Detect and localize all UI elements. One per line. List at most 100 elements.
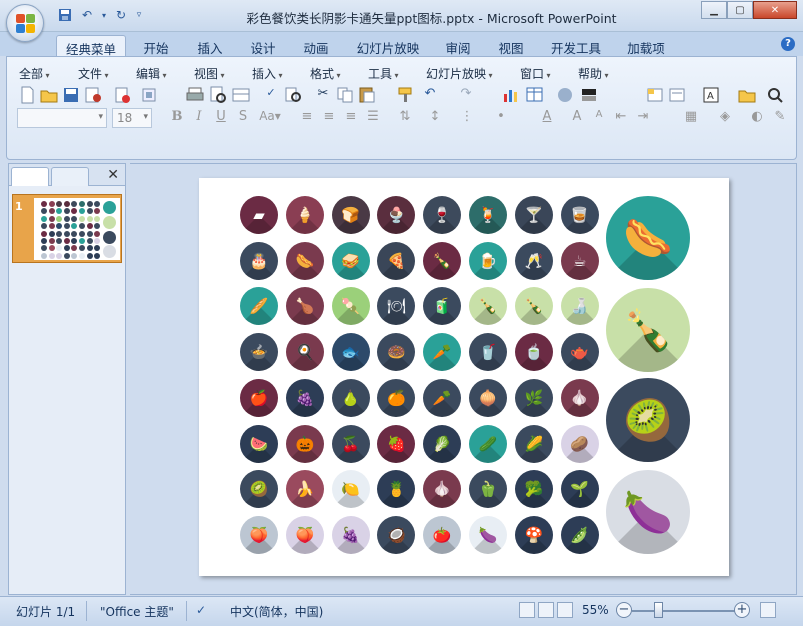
zoom-slider-thumb[interactable]	[654, 602, 663, 618]
sausage-icon[interactable]: 🌭	[285, 241, 324, 280]
coconut-icon[interactable]: 🥥	[377, 515, 416, 554]
sandwich-icon[interactable]: 🥪	[331, 241, 370, 280]
grapes-icon[interactable]: 🍇	[285, 378, 324, 417]
close-panel-icon[interactable]: ✕	[107, 167, 119, 183]
format-painter-icon[interactable]	[395, 85, 415, 105]
print-setup-icon[interactable]	[113, 85, 133, 105]
arrange-icon[interactable]: ▦	[681, 108, 701, 128]
insert-table-icon[interactable]	[525, 85, 545, 105]
beer-bottle-icon[interactable]: 🍾	[514, 287, 553, 326]
underline-icon[interactable]: U	[211, 108, 231, 128]
line-spacing-icon[interactable]: ↕	[425, 108, 445, 128]
pineapple-icon[interactable]: 🍍	[377, 470, 416, 509]
shape-fill-icon[interactable]: ◐	[747, 108, 767, 128]
corn-icon[interactable]: 🌽	[514, 424, 553, 463]
banana-icon[interactable]: 🍌	[285, 470, 324, 509]
brandy-glass-icon[interactable]: 🥃	[560, 196, 599, 234]
outline-tab-icon[interactable]	[51, 167, 89, 186]
beer-mug-icon[interactable]: 🍺	[469, 241, 507, 280]
liquor-bottle-icon[interactable]: 🍶	[560, 287, 599, 326]
bottle-icon[interactable]: 🍾	[423, 241, 462, 280]
tab-view[interactable]: 视图	[491, 35, 531, 56]
eggplant-icon[interactable]: 🍆	[606, 470, 690, 554]
decrease-indent-icon[interactable]: ⇤	[611, 108, 631, 128]
italic-icon[interactable]: I	[189, 108, 209, 128]
grape-bunch-icon[interactable]: 🍇	[331, 515, 370, 554]
juice-box-icon[interactable]: 🧃	[423, 287, 462, 326]
peach-icon[interactable]: 🍑	[285, 515, 324, 554]
close-button[interactable]: ✕	[753, 1, 797, 19]
slide-thumbnail[interactable]	[12, 194, 122, 263]
tab-review[interactable]: 审阅	[438, 35, 478, 56]
plate-cutlery-icon[interactable]: 🍽	[377, 287, 416, 326]
text-box-icon[interactable]: A	[701, 85, 721, 105]
strawberry-icon[interactable]: 🍓	[377, 424, 416, 463]
tab-developer[interactable]: 开发工具	[545, 35, 607, 56]
ice-cream-cone-icon[interactable]: 🍦	[285, 196, 324, 234]
new-icon[interactable]	[17, 85, 37, 105]
mug-icon[interactable]: 🍵	[514, 333, 553, 372]
broccoli-icon[interactable]: 🥦	[514, 470, 553, 509]
soda-bottle-icon[interactable]: 🍾	[469, 287, 507, 326]
menu-file[interactable]: 文件	[78, 65, 109, 82]
tab-design[interactable]: 设计	[243, 35, 283, 56]
kiwi-icon[interactable]: 🥝	[606, 378, 690, 462]
paste-icon[interactable]	[357, 85, 377, 105]
normal-view-icon[interactable]	[519, 602, 535, 618]
fit-window-icon[interactable]	[760, 602, 776, 618]
zoom-in-icon[interactable]: +	[734, 602, 750, 618]
mushroom-icon[interactable]: 🍄	[514, 515, 553, 554]
align-center-icon[interactable]: ≡	[319, 108, 339, 128]
redo-icon[interactable]: ↷	[456, 85, 476, 105]
cucumber-icon[interactable]: 🥒	[469, 424, 507, 463]
cherries-icon[interactable]: 🍒	[331, 424, 370, 463]
orange-slice-icon[interactable]: 🍊	[377, 378, 416, 417]
garlic-icon[interactable]: 🧄	[560, 378, 599, 417]
shape-outline-icon[interactable]: ✎	[770, 108, 790, 128]
bread-loaf-icon[interactable]: 🍞	[331, 196, 370, 234]
tab-addins[interactable]: 加载项	[620, 35, 672, 56]
clip-art-icon[interactable]	[555, 85, 575, 105]
help-icon[interactable]: ?	[781, 37, 795, 51]
text-direction-icon[interactable]: ⇅	[395, 108, 415, 128]
champagne-icon[interactable]: 🥂	[514, 241, 553, 280]
zoom-out-icon[interactable]: −	[616, 602, 632, 618]
font-size-combo[interactable]: 18	[112, 108, 152, 128]
pumpkin-icon[interactable]: 🎃	[285, 424, 324, 463]
sorter-view-icon[interactable]	[538, 602, 554, 618]
birthday-cake-icon[interactable]: 🎂	[240, 241, 278, 280]
menu-slideshow[interactable]: 幻灯片放映	[426, 65, 493, 82]
justify-icon[interactable]: ☰	[363, 108, 383, 128]
numbering-icon[interactable]: ⋮	[457, 108, 477, 128]
menu-help[interactable]: 帮助	[578, 65, 609, 82]
zoom-slider[interactable]	[632, 610, 736, 612]
font-name-combo[interactable]	[17, 108, 107, 128]
carrot-juice-icon[interactable]: 🥕	[423, 333, 462, 372]
align-left-icon[interactable]: ≡	[297, 108, 317, 128]
wine-bottle-icon[interactable]: 🍾	[606, 288, 690, 372]
pizza-icon[interactable]: 🍕	[377, 241, 416, 280]
onion-icon[interactable]: 🧅	[469, 378, 507, 417]
font-color-icon[interactable]: A	[537, 108, 557, 128]
research-icon[interactable]	[283, 85, 303, 105]
maximize-button[interactable]: ▢	[727, 1, 753, 19]
apple-icon[interactable]: 🍎	[240, 378, 278, 417]
find-icon[interactable]	[765, 85, 785, 105]
insert-chart-icon[interactable]	[501, 85, 521, 105]
print-preview-icon[interactable]	[208, 85, 228, 105]
decrease-font-icon[interactable]: A	[589, 108, 609, 128]
menu-insert[interactable]: 插入	[252, 65, 283, 82]
increase-font-icon[interactable]: A	[567, 108, 587, 128]
shadow-icon[interactable]: S	[233, 108, 253, 128]
popsicle-icon[interactable]: 🍡	[331, 287, 370, 326]
garlic-bulb-icon[interactable]: 🧄	[423, 470, 462, 509]
slide-sorter-icon[interactable]	[231, 85, 251, 105]
spell-check-icon[interactable]: ✓	[196, 603, 206, 617]
menu-all[interactable]: 全部	[19, 65, 50, 82]
baguette-icon[interactable]: 🥖	[240, 287, 278, 326]
cheese-icon[interactable]: ▰	[240, 196, 278, 234]
color-grayscale-icon[interactable]	[579, 85, 599, 105]
tab-insert[interactable]: 插入	[190, 35, 230, 56]
menu-window[interactable]: 窗口	[520, 65, 551, 82]
pear-icon[interactable]: 🍐	[331, 378, 370, 417]
